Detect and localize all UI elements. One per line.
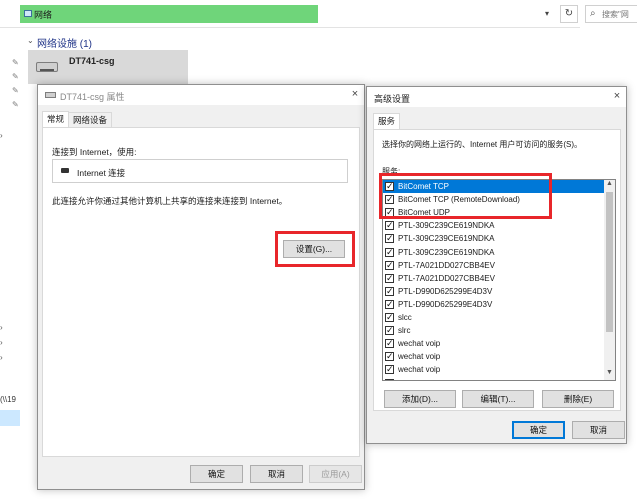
- add-button[interactable]: 添加(D)...: [384, 390, 456, 408]
- pin-icon[interactable]: ✎: [12, 100, 19, 109]
- general-panel: 连接到 Internet，使用: Internet 连接 此连接允许你通过其他计…: [42, 127, 360, 457]
- list-item[interactable]: slcc: [383, 311, 615, 324]
- close-icon[interactable]: ×: [610, 89, 624, 103]
- service-label: slrc: [398, 326, 411, 336]
- scrollbar[interactable]: ▲ ▼: [604, 180, 615, 380]
- nav-item-network[interactable]: (\\19: [0, 395, 16, 404]
- properties-dialog: DT741-csg 属性 × 常规 网络设备 连接到 Internet，使用: …: [37, 84, 365, 490]
- service-label: PTL-D990D625299E4D3V: [398, 299, 493, 309]
- dropdown-icon[interactable]: ▾: [545, 9, 555, 19]
- list-item[interactable]: wechat voip: [383, 350, 615, 363]
- service-label: wechat voip: [398, 377, 440, 381]
- delete-button[interactable]: 删除(E): [542, 390, 614, 408]
- service-label: wechat voip: [398, 365, 441, 375]
- list-item[interactable]: PTL-D990D625299E4D3V: [383, 285, 615, 298]
- nav-item-selected[interactable]: [0, 410, 20, 426]
- service-label: slcc: [398, 313, 412, 322]
- title-bar: DT741-csg 属性 ×: [38, 85, 364, 105]
- device-icon: [45, 92, 56, 98]
- chevron-right-icon[interactable]: ›: [0, 131, 3, 140]
- pin-icon[interactable]: ✎: [12, 58, 19, 67]
- connection-field: Internet 连接: [52, 159, 348, 183]
- service-label: PTL-7A021DD027CBB4EV: [398, 260, 495, 270]
- dialog-title: 高级设置: [374, 94, 411, 104]
- ok-button[interactable]: 确定: [190, 465, 243, 483]
- list-item[interactable]: wechat voip: [383, 337, 615, 350]
- chevron-right-icon[interactable]: ›: [0, 353, 3, 362]
- checkbox[interactable]: [385, 337, 394, 350]
- device-item[interactable]: DT741-csg: [28, 50, 188, 84]
- group-header[interactable]: 网络设施 (1): [37, 35, 92, 50]
- connect-label: 连接到 Internet，使用:: [52, 147, 137, 157]
- checkbox[interactable]: [385, 363, 394, 376]
- title-bar: 高级设置 ×: [367, 87, 626, 107]
- scroll-down-icon[interactable]: ▼: [606, 369, 613, 376]
- tab-general[interactable]: 常规: [42, 111, 70, 128]
- dialog-title: DT741-csg 属性: [60, 92, 125, 102]
- apply-button: 应用(A): [309, 465, 362, 483]
- service-label: wechat voip: [398, 352, 441, 362]
- checkbox[interactable]: [385, 246, 394, 259]
- search-icon: ⌕: [590, 8, 596, 19]
- list-item[interactable]: PTL-7A021DD027CBB4EV: [383, 259, 615, 272]
- checkbox[interactable]: [385, 324, 394, 337]
- checkbox[interactable]: [385, 259, 394, 272]
- checkbox[interactable]: [385, 350, 394, 363]
- service-label: PTL-309C239CE619NDKA: [398, 221, 495, 231]
- checkbox[interactable]: [385, 311, 394, 324]
- list-item[interactable]: PTL-7A021DD027CBB4EV: [383, 272, 615, 285]
- ok-button[interactable]: 确定: [512, 421, 565, 439]
- service-label: PTL-309C239CE619NDKA: [398, 247, 495, 257]
- tab-services[interactable]: 服务: [373, 113, 401, 130]
- checkbox[interactable]: [385, 285, 394, 298]
- list-item[interactable]: PTL-309C239CE619NDKA: [383, 232, 615, 245]
- close-icon[interactable]: ×: [348, 87, 362, 101]
- connection-icon: [61, 168, 69, 173]
- refresh-icon[interactable]: ↻: [560, 5, 578, 23]
- service-label: PTL-309C239CE619NDKA: [398, 234, 495, 244]
- scroll-up-icon[interactable]: ▲: [606, 180, 613, 187]
- checkbox[interactable]: [385, 298, 394, 311]
- edit-button[interactable]: 编辑(T)...: [462, 390, 534, 408]
- device-name: DT741-csg: [69, 56, 115, 66]
- address-text: 网络: [34, 10, 53, 20]
- search-input[interactable]: ⌕ 搜索"网: [585, 5, 637, 23]
- cancel-button[interactable]: 取消: [572, 421, 625, 439]
- instruction-text: 选择你的网络上运行的、Internet 用户可访问的服务(S)。: [382, 140, 583, 149]
- list-item[interactable]: wechat voip: [383, 377, 615, 381]
- settings-button[interactable]: 设置(G)...: [283, 240, 345, 258]
- checkbox[interactable]: [385, 232, 394, 245]
- advanced-settings-dialog: 高级设置 × 服务 选择你的网络上运行的、Internet 用户可访问的服务(S…: [366, 86, 627, 444]
- pin-icon[interactable]: ✎: [12, 72, 19, 81]
- connection-name: Internet 连接: [77, 168, 126, 178]
- cancel-button[interactable]: 取消: [250, 465, 303, 483]
- device-icon: [36, 62, 58, 72]
- checkbox[interactable]: [385, 219, 394, 232]
- search-placeholder: 搜索"网: [602, 10, 629, 19]
- share-description: 此连接允许你通过其他计算机上共享的连接来连接到 Internet。: [52, 196, 288, 206]
- tab-network-device[interactable]: 网络设备: [68, 112, 113, 128]
- address-bar[interactable]: 网络: [20, 5, 318, 23]
- services-panel: 选择你的网络上运行的、Internet 用户可访问的服务(S)。 服务: Bit…: [373, 129, 621, 411]
- pin-icon[interactable]: ✎: [12, 86, 19, 95]
- scroll-thumb[interactable]: [606, 192, 613, 332]
- list-item[interactable]: slrc: [383, 324, 615, 337]
- checkbox[interactable]: [385, 377, 394, 380]
- service-label: wechat voip: [398, 339, 441, 349]
- list-item[interactable]: PTL-309C239CE619NDKA: [383, 219, 615, 232]
- annotation-box: [379, 173, 552, 219]
- network-folder-icon: [24, 10, 32, 17]
- service-label: PTL-D990D625299E4D3V: [398, 286, 493, 296]
- chevron-right-icon[interactable]: ›: [0, 338, 3, 347]
- navigation-pane: ✎ ✎ ✎ ✎ › › › › (\\19: [0, 28, 22, 500]
- list-item[interactable]: PTL-D990D625299E4D3V: [383, 298, 615, 311]
- chevron-down-icon[interactable]: ⌄: [27, 36, 34, 45]
- list-item[interactable]: PTL-309C239CE619NDKA: [383, 246, 615, 259]
- service-label: PTL-7A021DD027CBB4EV: [398, 273, 495, 283]
- address-bar-area: 网络 ▾ ↻: [0, 0, 580, 28]
- chevron-right-icon[interactable]: ›: [0, 323, 3, 332]
- list-item[interactable]: wechat voip: [383, 363, 615, 376]
- checkbox[interactable]: [385, 272, 394, 285]
